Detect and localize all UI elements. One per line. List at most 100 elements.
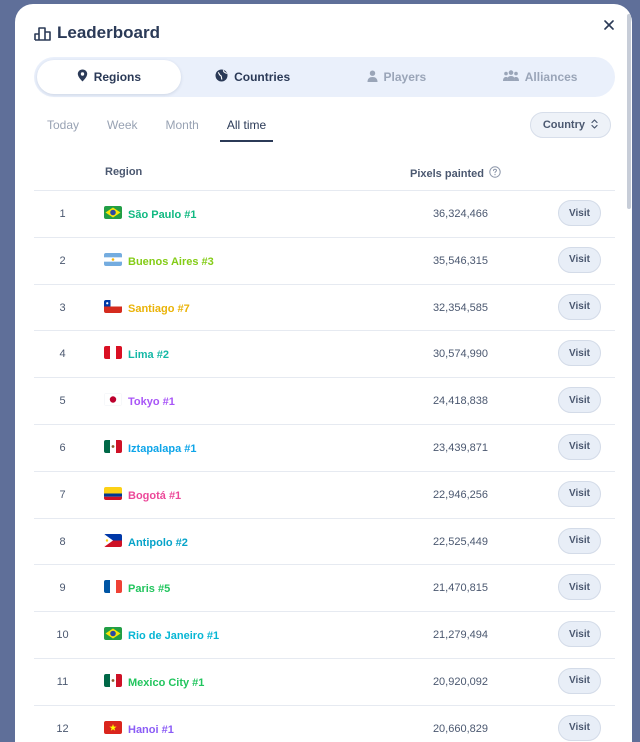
mexico-flag-icon	[104, 439, 122, 453]
pixels-painted: 20,660,829	[432, 722, 488, 735]
rank: 1	[59, 208, 66, 220]
region-name-link[interactable]: Bogotá #1	[128, 490, 181, 502]
region-name-link[interactable]: Tokyo #1	[128, 396, 175, 408]
japan-flag-icon	[104, 393, 122, 407]
visit-button[interactable]: Visit	[558, 387, 601, 414]
visit-button[interactable]: Visit	[558, 667, 601, 694]
region-name-link[interactable]: Lima #2	[128, 349, 169, 361]
rank: 8	[59, 535, 66, 548]
pixels-painted: 36,324,466	[432, 208, 488, 220]
globe-icon	[215, 69, 228, 85]
close-button[interactable]	[600, 17, 618, 35]
pixels-painted: 35,546,315	[432, 254, 488, 267]
peru-flag-icon	[104, 346, 122, 360]
tab-label: Alliances	[524, 70, 578, 84]
rank: 11	[56, 675, 69, 688]
period-all-time[interactable]: All time	[219, 112, 274, 142]
visit-button[interactable]: Visit	[558, 246, 601, 273]
visit-button[interactable]: Visit	[558, 340, 601, 367]
rank: 3	[59, 301, 66, 314]
modal-title: Leaderboard	[57, 23, 160, 42]
period-tabs: Today Week Month All time	[40, 112, 287, 142]
visit-button[interactable]: Visit	[558, 714, 601, 741]
table-row: 8 Antipolo #2 22,525,449 Visit	[34, 517, 615, 565]
pixels-painted: 21,279,494	[432, 629, 488, 642]
brazil-flag-icon	[104, 206, 122, 219]
region-name-link[interactable]: Buenos Aires #3	[128, 256, 214, 268]
table-row: 7 Bogotá #1 22,946,256 Visit	[34, 470, 615, 518]
tab-label: Players	[383, 70, 427, 84]
table-row: 12 Hanoi #1 20,660,829 Visit	[34, 704, 615, 742]
period-month[interactable]: Month	[159, 112, 206, 142]
region-name-link[interactable]: Paris #5	[128, 583, 170, 595]
leaderboard-table: 1 São Paulo #1 36,324,466 Visit 2 Buenos Aire…	[34, 190, 615, 742]
table-row: 4 Lima #2 30,574,990 Visit	[34, 330, 615, 377]
pixels-painted: 32,354,585	[432, 301, 488, 314]
tab-label: Countries	[234, 70, 291, 84]
visit-button[interactable]: Visit	[558, 433, 601, 460]
pixels-painted: 24,418,838	[432, 395, 488, 408]
region-name-link[interactable]: Antipolo #2	[128, 537, 188, 549]
group-icon	[502, 70, 519, 84]
category-tabs: Regions Countries Players Alliances	[34, 57, 615, 97]
tab-countries[interactable]: Countries	[181, 60, 325, 94]
rank: 6	[59, 441, 66, 454]
filter-label: Country	[542, 119, 585, 131]
pixels-painted: 21,470,815	[432, 582, 488, 595]
visit-button[interactable]: Visit	[558, 527, 601, 554]
column-header-pixels-label: Pixels painted	[410, 167, 484, 180]
region-name-link[interactable]: São Paulo #1	[128, 209, 196, 221]
france-flag-icon	[104, 580, 122, 594]
pixels-painted: 22,946,256	[432, 488, 488, 501]
column-header-region: Region	[105, 166, 143, 178]
rank: 9	[59, 582, 66, 595]
title-row: Leaderboard	[34, 23, 160, 43]
table-row: 6 Iztapalapa #1 23,439,871 Visit	[34, 423, 615, 471]
visit-button[interactable]: Visit	[558, 480, 601, 507]
pixels-painted: 23,439,871	[432, 441, 488, 454]
tab-alliances[interactable]: Alliances	[468, 60, 612, 94]
country-filter-select[interactable]: Country	[529, 112, 611, 138]
close-icon	[604, 17, 614, 35]
philippines-flag-icon	[104, 533, 122, 547]
pixels-painted: 30,574,990	[432, 348, 488, 361]
brazil-flag-icon	[104, 627, 122, 641]
tab-players[interactable]: Players	[325, 60, 469, 94]
rank: 5	[59, 395, 66, 408]
vietnam-flag-icon	[104, 720, 122, 734]
chart-icon	[34, 26, 51, 41]
period-week[interactable]: Week	[100, 112, 144, 142]
rank: 7	[59, 488, 66, 501]
table-row: 3 Santiago #7 32,354,585 Visit	[34, 283, 615, 331]
visit-button[interactable]: Visit	[558, 200, 601, 226]
visit-button[interactable]: Visit	[558, 293, 601, 320]
period-today[interactable]: Today	[40, 112, 86, 142]
region-name-link[interactable]: Rio de Janeiro #1	[128, 630, 219, 642]
help-icon[interactable]	[489, 166, 501, 181]
table-row: 1 São Paulo #1 36,324,466 Visit	[34, 190, 615, 237]
chevron-up-down-icon	[591, 118, 598, 132]
region-name-link[interactable]: Mexico City #1	[128, 677, 204, 689]
tab-label: Regions	[93, 70, 142, 84]
person-icon	[367, 70, 378, 85]
colombia-flag-icon	[104, 486, 122, 500]
location-pin-icon	[77, 69, 88, 85]
table-row: 9 Paris #5 21,470,815 Visit	[34, 564, 615, 611]
chile-flag-icon	[104, 299, 122, 313]
region-name-link[interactable]: Iztapalapa #1	[128, 443, 196, 455]
leaderboard-modal: Leaderboard Regions Countries Players Al…	[15, 4, 632, 742]
rank: 10	[56, 629, 69, 642]
region-name-link[interactable]: Santiago #7	[128, 303, 190, 315]
pixels-painted: 22,525,449	[432, 535, 488, 548]
visit-button[interactable]: Visit	[558, 621, 601, 648]
column-header-pixels: Pixels painted	[410, 166, 501, 181]
argentina-flag-icon	[104, 252, 122, 266]
region-name-link[interactable]: Hanoi #1	[128, 724, 174, 736]
visit-button[interactable]: Visit	[558, 574, 601, 601]
table-row: 10 Rio de Janeiro #1 21,279,494 Visit	[34, 611, 615, 658]
table-row: 11 Mexico City #1 20,920,092 Visit	[34, 657, 615, 705]
scrollbar[interactable]	[627, 14, 631, 209]
tab-regions[interactable]: Regions	[37, 60, 181, 94]
table-row: 2 Buenos Aires #3 35,546,315 Visit	[34, 236, 615, 284]
rank: 2	[59, 254, 66, 267]
